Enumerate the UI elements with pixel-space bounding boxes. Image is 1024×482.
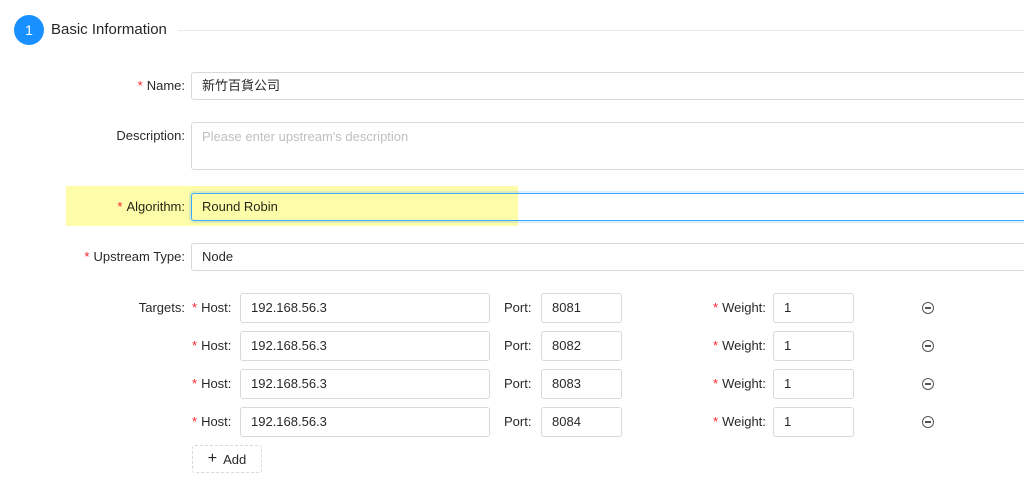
port-label-text: Port: bbox=[504, 338, 532, 353]
minus-circle-icon[interactable] bbox=[922, 416, 934, 428]
required-mark: * bbox=[713, 376, 719, 391]
required-mark: * bbox=[192, 300, 198, 315]
upstream-type-label: * Upstream Type: bbox=[84, 247, 185, 267]
host-label-text: Host: bbox=[201, 300, 232, 315]
step-title: Basic Information bbox=[51, 21, 167, 38]
upstream-type-label-text: Upstream Type: bbox=[93, 249, 185, 264]
required-mark: * bbox=[117, 199, 123, 214]
port-label-text: Port: bbox=[504, 376, 532, 391]
algorithm-select[interactable]: Round Robin bbox=[191, 193, 1024, 221]
host-label-text: Host: bbox=[201, 376, 232, 391]
required-mark: * bbox=[713, 300, 719, 315]
minus-circle-icon[interactable] bbox=[922, 378, 934, 390]
weight-label-text: Weight: bbox=[722, 338, 766, 353]
weight-label-text: Weight: bbox=[722, 300, 766, 315]
minus-circle-icon[interactable] bbox=[922, 340, 934, 352]
description-label: Description: bbox=[116, 126, 185, 146]
step-number-badge: 1 bbox=[14, 15, 44, 45]
plus-icon: + bbox=[207, 450, 218, 467]
weight-label-text: Weight: bbox=[722, 414, 766, 429]
target-host-label: * Host: bbox=[192, 336, 231, 356]
target-weight-input[interactable]: 1 bbox=[773, 407, 854, 437]
target-port-input[interactable]: 8082 bbox=[541, 331, 622, 361]
name-input[interactable]: 新竹百貨公司 bbox=[191, 72, 1024, 100]
port-label-text: Port: bbox=[504, 414, 532, 429]
description-placeholder: Please enter upstream's description bbox=[202, 129, 409, 144]
target-port-label: Port: bbox=[504, 412, 531, 432]
add-target-label: Add bbox=[223, 451, 247, 467]
target-port-input[interactable]: 8083 bbox=[541, 369, 622, 399]
required-mark: * bbox=[192, 376, 198, 391]
upstream-type-select[interactable]: Node bbox=[191, 243, 1024, 271]
algorithm-label-text: Algorithm: bbox=[126, 199, 185, 214]
target-weight-label: * Weight: bbox=[713, 374, 766, 394]
add-target-button[interactable]: + Add bbox=[192, 445, 262, 473]
target-weight-label: * Weight: bbox=[713, 412, 766, 432]
step-divider bbox=[178, 30, 1024, 31]
target-port-input[interactable]: 8084 bbox=[541, 407, 622, 437]
required-mark: * bbox=[192, 414, 198, 429]
target-weight-input[interactable]: 1 bbox=[773, 293, 854, 323]
target-host-input[interactable]: 192.168.56.3 bbox=[240, 407, 490, 437]
targets-label: Targets: bbox=[139, 298, 185, 318]
target-port-label: Port: bbox=[504, 374, 531, 394]
target-host-input[interactable]: 192.168.56.3 bbox=[240, 369, 490, 399]
target-weight-label: * Weight: bbox=[713, 298, 766, 318]
minus-circle-icon[interactable] bbox=[922, 302, 934, 314]
target-host-label: * Host: bbox=[192, 374, 231, 394]
required-mark: * bbox=[713, 414, 719, 429]
target-host-label: * Host: bbox=[192, 298, 231, 318]
name-label: * Name: bbox=[138, 76, 185, 96]
required-mark: * bbox=[713, 338, 719, 353]
target-weight-label: * Weight: bbox=[713, 336, 766, 356]
target-host-label: * Host: bbox=[192, 412, 231, 432]
required-mark: * bbox=[84, 249, 90, 264]
required-mark: * bbox=[137, 78, 143, 93]
port-label-text: Port: bbox=[504, 300, 532, 315]
required-mark: * bbox=[192, 338, 198, 353]
weight-label-text: Weight: bbox=[722, 376, 766, 391]
host-label-text: Host: bbox=[201, 338, 232, 353]
algorithm-label: * Algorithm: bbox=[117, 197, 185, 217]
description-label-text: Description: bbox=[116, 128, 185, 143]
target-port-label: Port: bbox=[504, 298, 531, 318]
target-weight-input[interactable]: 1 bbox=[773, 369, 854, 399]
target-port-label: Port: bbox=[504, 336, 531, 356]
name-label-text: Name: bbox=[146, 78, 185, 93]
target-host-input[interactable]: 192.168.56.3 bbox=[240, 293, 490, 323]
target-weight-input[interactable]: 1 bbox=[773, 331, 854, 361]
description-textarea[interactable]: Please enter upstream's description bbox=[191, 122, 1024, 170]
host-label-text: Host: bbox=[201, 414, 232, 429]
target-host-input[interactable]: 192.168.56.3 bbox=[240, 331, 490, 361]
target-port-input[interactable]: 8081 bbox=[541, 293, 622, 323]
targets-label-text: Targets: bbox=[138, 300, 185, 315]
